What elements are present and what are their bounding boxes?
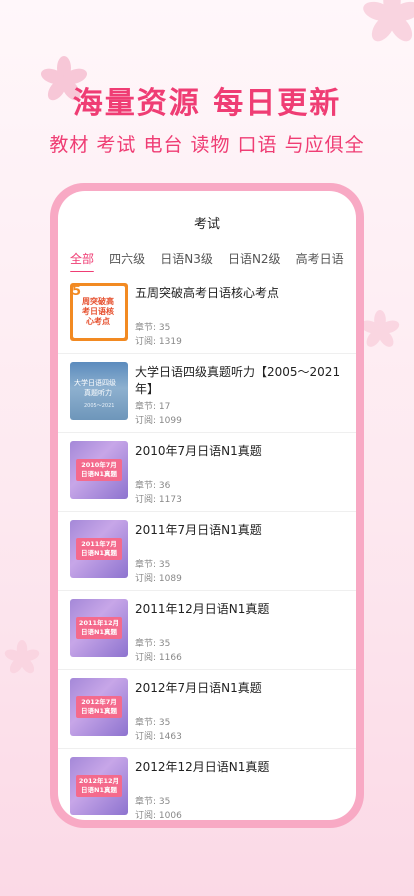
cover-text: 周突破高考日语核心考点 — [82, 297, 114, 326]
cover-text: 2012年12月日语N1真题 — [78, 777, 120, 794]
list-item[interactable]: 2012年12月日语N1真题 2012年12月日语N1真题 章节: 35 订阅:… — [58, 749, 356, 820]
list-item[interactable]: 2010年7月日语N1真题 2010年7月日语N1真题 章节: 36 订阅: 1… — [58, 433, 356, 512]
phone-frame: 考试 全部 四六级 日语N3级 日语N2级 高考日语 5 周突破高考日语核心考点… — [50, 183, 364, 828]
subscriber-count: 订阅: 1099 — [135, 416, 182, 426]
subscriber-count: 订阅: 1463 — [135, 732, 182, 742]
page-title: 考试 — [193, 217, 220, 232]
sakura-petal-icon — [360, 310, 400, 347]
cover-text: 2005～2021 — [84, 403, 115, 409]
course-list: 5 周突破高考日语核心考点 五周突破高考日语核心考点 章节: 35 订阅: 13… — [58, 275, 356, 820]
subscriber-count: 订阅: 1173 — [135, 495, 182, 505]
subscriber-count: 订阅: 1319 — [135, 337, 182, 347]
list-item[interactable]: 2012年7月日语N1真题 2012年7月日语N1真题 章节: 35 订阅: 1… — [58, 670, 356, 749]
list-item[interactable]: 大学日语四级 真题听力 2005～2021 大学日语四级真题听力【2005～20… — [58, 354, 356, 433]
course-title: 2012年12月日语N1真题 — [135, 760, 270, 774]
chapter-count: 章节: 35 — [135, 560, 171, 570]
cover-text: 2011年12月日语N1真题 — [78, 619, 120, 636]
chapter-count: 章节: 35 — [135, 323, 171, 333]
chapter-count: 章节: 35 — [135, 797, 171, 807]
cover-text: 真题听力 — [84, 389, 112, 397]
course-cover: 2010年7月日语N1真题 — [70, 441, 128, 499]
course-cover: 2011年7月日语N1真题 — [70, 520, 128, 578]
course-cover: 5 周突破高考日语核心考点 — [70, 283, 128, 341]
subscriber-count: 订阅: 1166 — [135, 653, 182, 663]
chapter-count: 章节: 35 — [135, 718, 171, 728]
cover-text: 2012年7月日语N1真题 — [81, 698, 117, 715]
tab-cet[interactable]: 四六级 — [109, 250, 145, 267]
tab-all[interactable]: 全部 — [70, 250, 95, 272]
chapter-count: 章节: 36 — [135, 481, 171, 491]
list-item[interactable]: 2011年12月日语N1真题 2011年12月日语N1真题 章节: 35 订阅:… — [58, 591, 356, 670]
sakura-petal-icon — [363, 0, 414, 42]
cover-text: 大学日语四级 — [74, 379, 116, 387]
list-item[interactable]: 5 周突破高考日语核心考点 五周突破高考日语核心考点 章节: 35 订阅: 13… — [58, 275, 356, 354]
tab-n3[interactable]: 日语N3级 — [160, 250, 213, 267]
promo-subline: 教材 考试 电台 读物 口语 与应俱全 — [49, 134, 365, 156]
subscriber-count: 订阅: 1089 — [135, 574, 182, 584]
course-title: 2010年7月日语N1真题 — [135, 444, 262, 458]
sakura-petal-icon — [4, 640, 40, 674]
category-tabs: 全部 四六级 日语N3级 日语N2级 高考日语 — [70, 248, 356, 272]
course-title: 五周突破高考日语核心考点 — [135, 286, 280, 300]
course-title: 2011年7月日语N1真题 — [135, 523, 262, 537]
list-item[interactable]: 2011年7月日语N1真题 2011年7月日语N1真题 章节: 35 订阅: 1… — [58, 512, 356, 591]
tab-n2[interactable]: 日语N2级 — [228, 250, 281, 267]
course-title: 2012年7月日语N1真题 — [135, 681, 262, 695]
chapter-count: 章节: 35 — [135, 639, 171, 649]
course-cover: 2012年12月日语N1真题 — [70, 757, 128, 815]
course-cover: 2012年7月日语N1真题 — [70, 678, 128, 736]
cover-text: 2011年7月日语N1真题 — [81, 540, 117, 557]
cover-text: 2010年7月日语N1真题 — [81, 461, 117, 478]
course-title: 2011年12月日语N1真题 — [135, 602, 270, 616]
chapter-count: 章节: 17 — [135, 402, 171, 412]
subscriber-count: 订阅: 1006 — [135, 811, 182, 820]
course-cover: 大学日语四级 真题听力 2005～2021 — [70, 362, 128, 420]
phone-screen: 考试 全部 四六级 日语N3级 日语N2级 高考日语 5 周突破高考日语核心考点… — [58, 191, 356, 820]
course-cover: 2011年12月日语N1真题 — [70, 599, 128, 657]
course-title: 大学日语四级真题听力【2005～2021年】 — [135, 365, 341, 396]
tab-gaokao[interactable]: 高考日语 — [296, 250, 344, 267]
promo-headline: 海量资源 每日更新 — [72, 86, 342, 121]
